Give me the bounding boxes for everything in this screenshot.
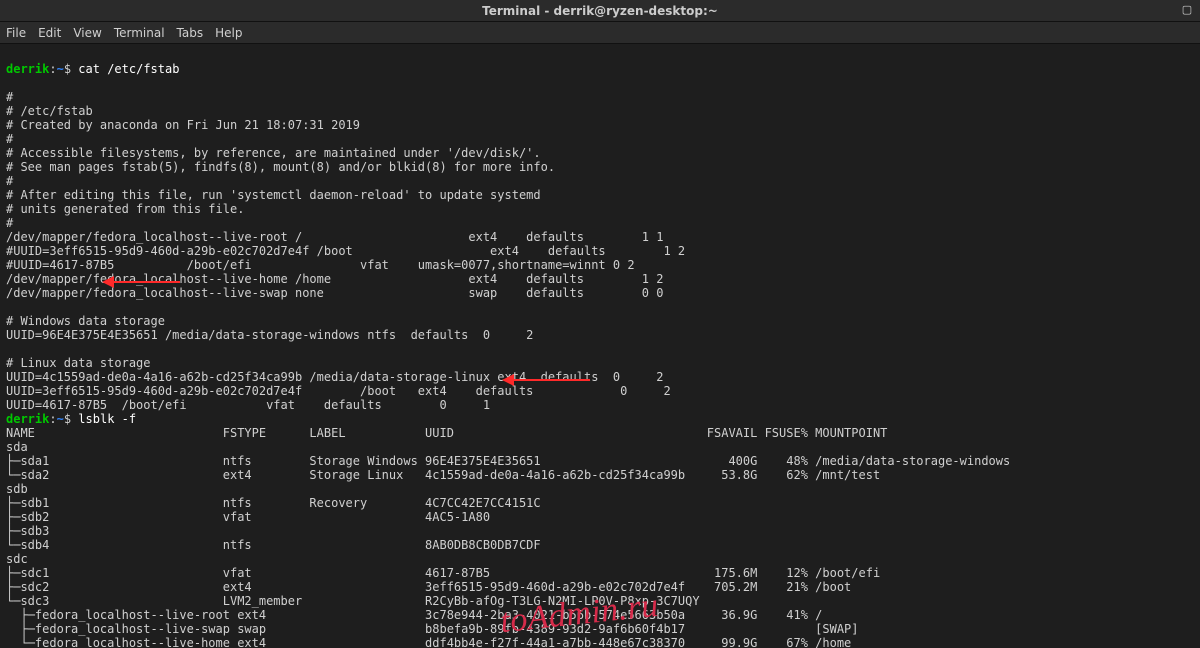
fstab-line: UUID=4617-87B5 /boot/efi vfat defaults 0… — [6, 398, 490, 412]
menu-file[interactable]: File — [6, 26, 26, 40]
window-title: Terminal - derrik@ryzen-desktop:~ — [482, 4, 718, 18]
prompt-sigil: $ — [64, 412, 71, 426]
fstab-line: # Linux data storage — [6, 356, 151, 370]
fstab-line: UUID=4c1559ad-de0a-4a16-a62b-cd25f34ca99… — [6, 370, 663, 384]
prompt-host: derrik — [6, 412, 49, 426]
fstab-line: # Accessible filesystems, by reference, … — [6, 146, 541, 160]
menu-view[interactable]: View — [73, 26, 101, 40]
command-lsblk: lsblk -f — [78, 412, 136, 426]
menu-bar: File Edit View Terminal Tabs Help — [0, 22, 1200, 44]
lsblk-row: ├─fedora_localhost--live-root ext4 3c78e… — [6, 608, 822, 622]
lsblk-row: ├─sdb1 ntfs Recovery 4C7CC42E7CC4151C — [6, 496, 541, 510]
lsblk-row: ├─sdc1 vfat 4617-87B5 175.6M 12% /boot/e… — [6, 566, 880, 580]
prompt-path: ~ — [57, 62, 64, 76]
fstab-line: UUID=3eff6515-95d9-460d-a29b-e02c702d7e4… — [6, 384, 671, 398]
fstab-line: # After editing this file, run 'systemct… — [6, 188, 541, 202]
lsblk-row: └─sda2 ext4 Storage Linux 4c1559ad-de0a-… — [6, 468, 880, 482]
lsblk-row: ├─sdb2 vfat 4AC5-1A80 — [6, 510, 490, 524]
menu-help[interactable]: Help — [215, 26, 242, 40]
fstab-line: #UUID=3eff6515-95d9-460d-a29b-e02c702d7e… — [6, 244, 685, 258]
fstab-line: #UUID=4617-87B5 /boot/efi vfat umask=007… — [6, 258, 635, 272]
lsblk-row: sdb — [6, 482, 28, 496]
lsblk-row-sda1: ├─sda1 ntfs Storage Windows 96E4E375E4E3… — [6, 454, 1010, 468]
fstab-line: # — [6, 90, 13, 104]
fstab-line: /dev/mapper/fedora_localhost--live-home … — [6, 272, 663, 286]
menu-terminal[interactable]: Terminal — [114, 26, 165, 40]
terminal-viewport[interactable]: derrik:~$ cat /etc/fstab # # /etc/fstab … — [0, 44, 1200, 648]
menu-edit[interactable]: Edit — [38, 26, 61, 40]
prompt-host: derrik — [6, 62, 49, 76]
lsblk-row: sdc — [6, 552, 28, 566]
lsblk-row: ├─sdc2 ext4 3eff6515-95d9-460d-a29b-e02c… — [6, 580, 851, 594]
command-cat-fstab: cat /etc/fstab — [78, 62, 179, 76]
prompt-sigil: $ — [64, 62, 71, 76]
fstab-line: # — [6, 216, 13, 230]
lsblk-row: └─fedora_localhost--live-home ext4 ddf4b… — [6, 636, 851, 648]
lsblk-row: ├─fedora_localhost--live-swap swap b8bef… — [6, 622, 859, 636]
window-maximize-icon[interactable]: ▢ — [1180, 3, 1194, 17]
fstab-line: /dev/mapper/fedora_localhost--live-root … — [6, 230, 663, 244]
fstab-line: /dev/mapper/fedora_localhost--live-swap … — [6, 286, 663, 300]
fstab-line: # Windows data storage — [6, 314, 165, 328]
fstab-line: # — [6, 132, 13, 146]
lsblk-row: └─sdb4 ntfs 8AB0DB8CB0DB7CDF — [6, 538, 541, 552]
fstab-line: # Created by anaconda on Fri Jun 21 18:0… — [6, 118, 360, 132]
fstab-line-windows-uuid: UUID=96E4E375E4E35651 /media/data-storag… — [6, 328, 533, 342]
window-titlebar: Terminal - derrik@ryzen-desktop:~ ▢ — [0, 0, 1200, 22]
prompt-path: ~ — [57, 412, 64, 426]
fstab-line: # units generated from this file. — [6, 202, 244, 216]
lsblk-row: sda — [6, 440, 28, 454]
menu-tabs[interactable]: Tabs — [177, 26, 204, 40]
fstab-line: # /etc/fstab — [6, 104, 93, 118]
lsblk-row: ├─sdb3 — [6, 524, 49, 538]
lsblk-header: NAME FSTYPE LABEL UUID FSAVAIL FSUSE% MO… — [6, 426, 887, 440]
prompt-sep: : — [49, 62, 56, 76]
fstab-line: # — [6, 174, 13, 188]
fstab-line: # See man pages fstab(5), findfs(8), mou… — [6, 160, 555, 174]
prompt-sep: : — [49, 412, 56, 426]
